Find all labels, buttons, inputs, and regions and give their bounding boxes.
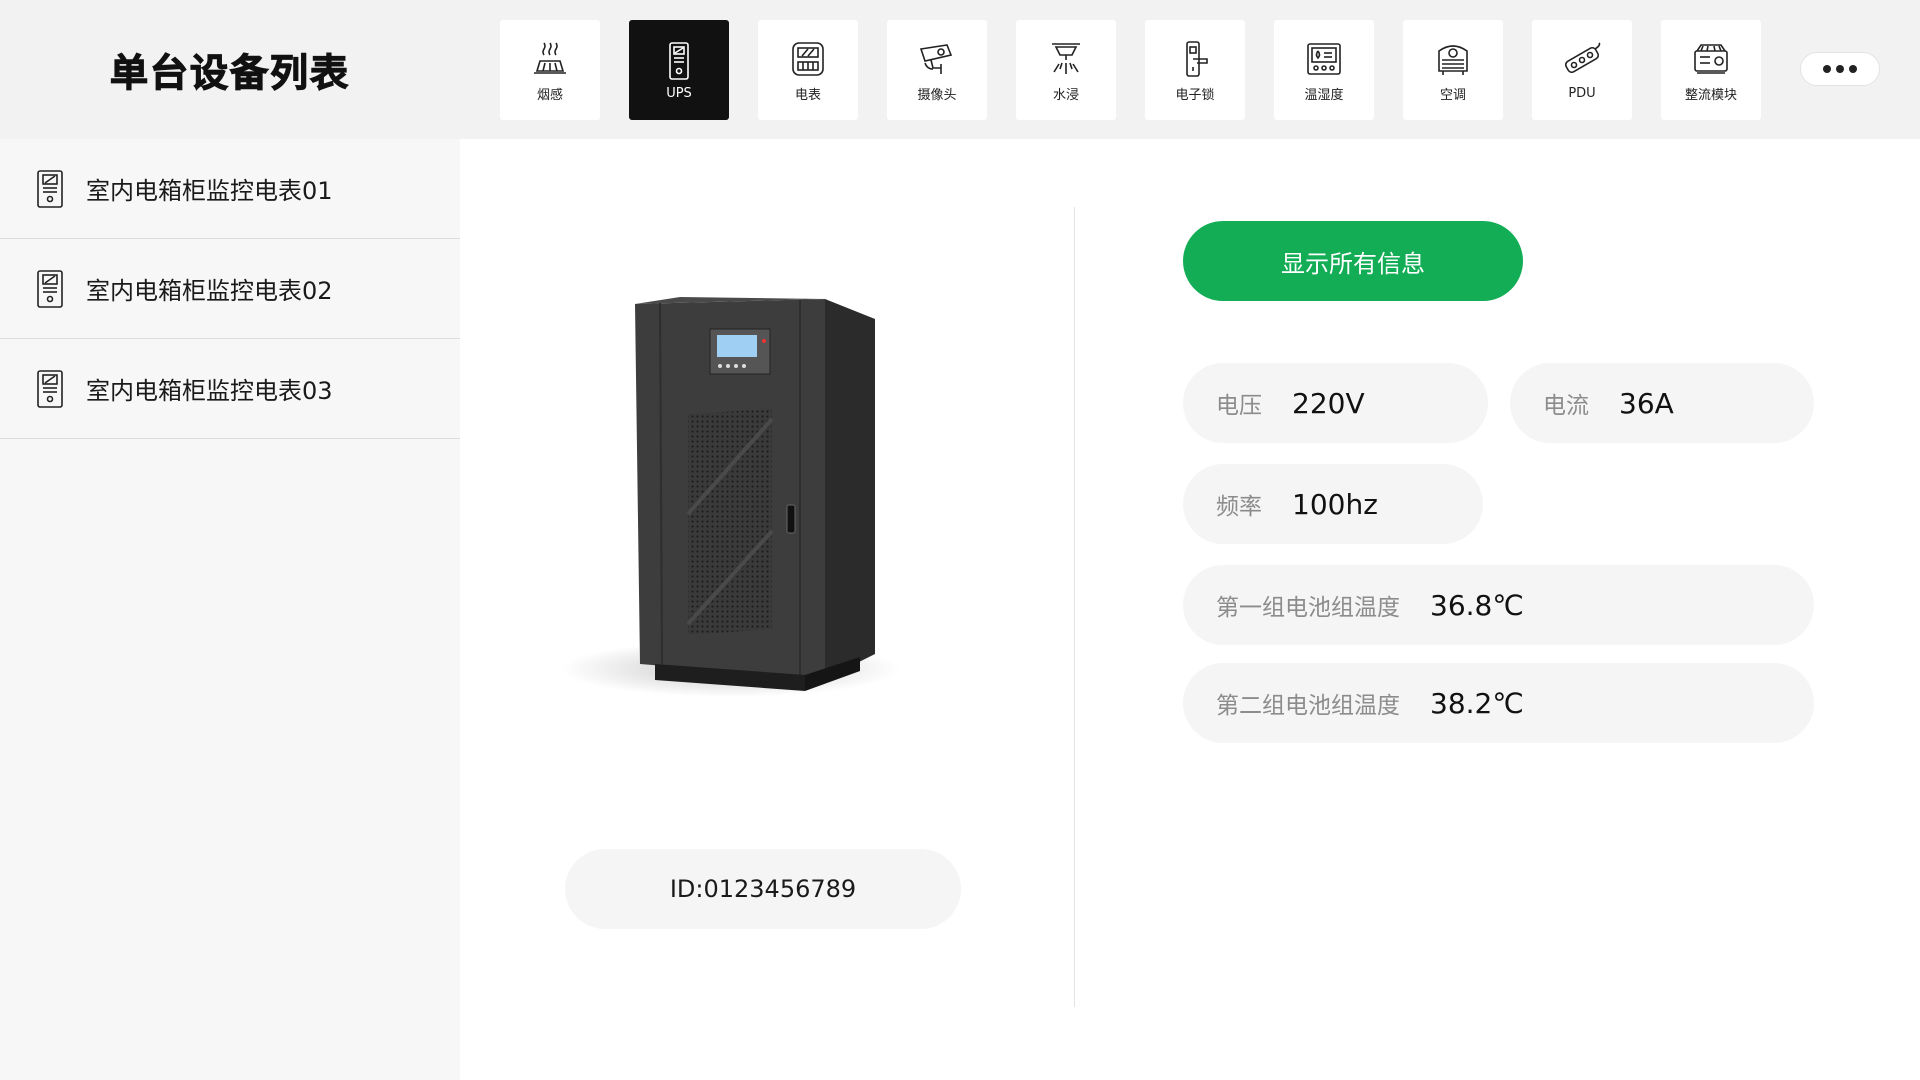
battery2-temp-metric: 第二组电池组温度 38.2℃ <box>1183 663 1814 743</box>
tab-label: 空调 <box>1439 87 1466 103</box>
tab-air-conditioner[interactable]: 空调 <box>1403 20 1503 120</box>
tab-meter[interactable]: 电表 <box>758 20 858 120</box>
voltage-label: 电压 <box>1216 393 1262 419</box>
tab-pdu[interactable]: PDU <box>1532 20 1632 120</box>
tab-label: 水浸 <box>1052 87 1079 103</box>
ups-icon <box>658 40 700 82</box>
battery1-temp-value: 36.8℃ <box>1430 588 1524 622</box>
door-lock-icon <box>1174 38 1216 80</box>
tab-rectifier[interactable]: 整流模块 <box>1661 20 1761 120</box>
more-dots-icon <box>1836 65 1844 73</box>
frequency-metric: 频率 100hz <box>1183 464 1483 544</box>
water-leak-icon <box>1045 38 1087 80</box>
more-button[interactable] <box>1800 52 1880 86</box>
device-list-item-03[interactable]: 室内电箱柜监控电表03 <box>0 339 460 439</box>
current-value: 36A <box>1619 386 1674 420</box>
tab-smoke[interactable]: 烟感 <box>500 20 600 120</box>
device-list-item-01[interactable]: 室内电箱柜监控电表01 <box>0 139 460 239</box>
pdu-icon <box>1561 40 1603 82</box>
tab-label: 温湿度 <box>1304 87 1344 103</box>
battery1-temp-metric: 第一组电池组温度 36.8℃ <box>1183 565 1814 645</box>
device-id: ID:0123456789 <box>565 849 961 929</box>
frequency-label: 频率 <box>1216 494 1262 520</box>
tab-label: 电子锁 <box>1175 87 1215 103</box>
device-label: 室内电箱柜监控电表03 <box>86 377 333 405</box>
tab-camera[interactable]: 摄像头 <box>887 20 987 120</box>
current-metric: 电流 36A <box>1510 363 1814 443</box>
sidebar-title: 单台设备列表 <box>109 50 350 95</box>
device-label: 室内电箱柜监控电表02 <box>86 277 333 305</box>
camera-icon <box>916 38 958 80</box>
panel-divider <box>1074 207 1075 1007</box>
show-all-info-button[interactable]: 显示所有信息 <box>1183 221 1523 301</box>
tab-label: 电表 <box>794 87 821 103</box>
air-conditioner-icon <box>1432 38 1474 80</box>
device-list-item-02[interactable]: 室内电箱柜监控电表02 <box>0 239 460 339</box>
tab-door-lock[interactable]: 电子锁 <box>1145 20 1245 120</box>
sidebar-header: 单台设备列表 <box>0 0 460 139</box>
frequency-value: 100hz <box>1292 487 1378 521</box>
tab-ups[interactable]: UPS <box>629 20 729 120</box>
tab-label: PDU <box>1568 85 1596 101</box>
voltage-metric: 电压 220V <box>1183 363 1488 443</box>
tab-label: UPS <box>666 85 692 101</box>
device-list: 室内电箱柜监控电表01 室内电箱柜监控电表02 室内电箱柜监控电表03 <box>0 139 460 439</box>
device-label: 室内电箱柜监控电表01 <box>86 177 333 205</box>
voltage-value: 220V <box>1292 386 1365 420</box>
device-type-nav: 烟感 UPS 电表 摄像头 水浸 电子锁 温湿度 空调 PDU 整流模块 <box>460 0 1920 139</box>
tab-water-leak[interactable]: 水浸 <box>1016 20 1116 120</box>
more-dots-icon <box>1849 65 1857 73</box>
ups-device-icon <box>36 269 64 309</box>
more-dots-icon <box>1823 65 1831 73</box>
smoke-detector-icon <box>529 38 571 80</box>
rectifier-icon <box>1690 38 1732 80</box>
current-label: 电流 <box>1543 393 1589 419</box>
tab-label: 摄像头 <box>917 87 957 103</box>
ups-device-icon <box>36 169 64 209</box>
battery1-temp-label: 第一组电池组温度 <box>1216 595 1400 621</box>
tab-label: 整流模块 <box>1684 87 1737 103</box>
tab-temp-humidity[interactable]: 温湿度 <box>1274 20 1374 120</box>
temp-humidity-icon <box>1303 38 1345 80</box>
battery2-temp-value: 38.2℃ <box>1430 686 1524 720</box>
ups-device-icon <box>36 369 64 409</box>
ups-cabinet-image <box>560 259 900 739</box>
device-sidebar: 单台设备列表 室内电箱柜监控电表01 室内电箱柜监控电表02 室内电箱柜监控电表… <box>0 0 460 1080</box>
meter-icon <box>787 38 829 80</box>
device-detail-panel: ID:0123456789 显示所有信息 电压 220V 电流 36A 频率 1… <box>460 139 1920 1080</box>
tab-label: 烟感 <box>536 87 563 103</box>
battery2-temp-label: 第二组电池组温度 <box>1216 693 1400 719</box>
